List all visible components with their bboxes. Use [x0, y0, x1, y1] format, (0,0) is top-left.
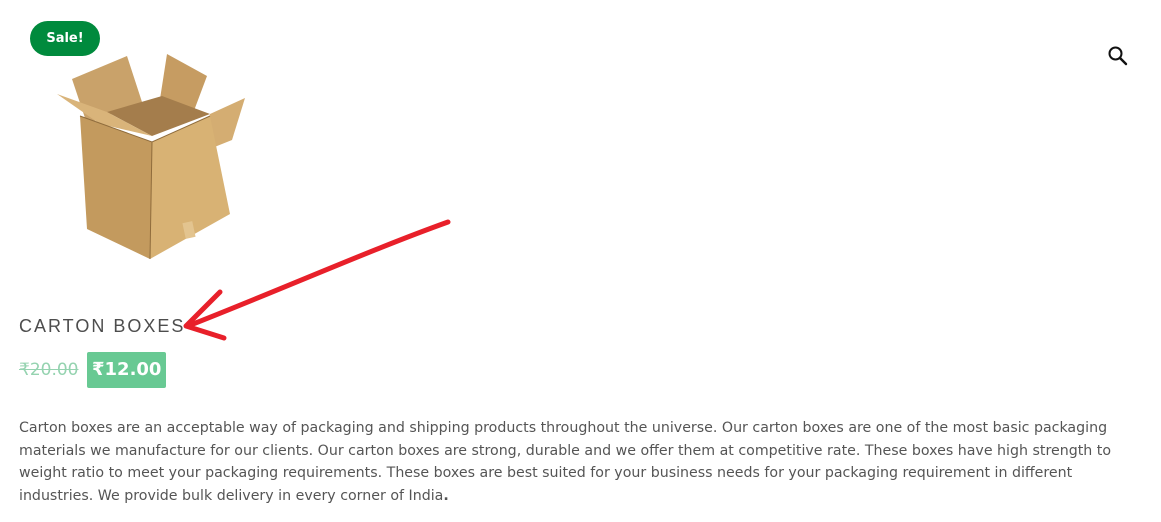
arrow-icon	[183, 219, 451, 341]
arrow-annotation	[170, 210, 460, 350]
description-end: .	[443, 487, 449, 504]
description-text: Carton boxes are an acceptable way of pa…	[19, 420, 1112, 504]
regular-price: ₹20.00	[19, 360, 79, 380]
product-description: Carton boxes are an acceptable way of pa…	[19, 417, 1144, 507]
product-title[interactable]: CARTON BOXES	[19, 316, 185, 337]
search-icon	[1108, 46, 1128, 66]
sale-badge: Sale!	[30, 21, 100, 56]
sale-price: ₹12.00	[87, 352, 167, 388]
search-button[interactable]	[1105, 43, 1131, 69]
